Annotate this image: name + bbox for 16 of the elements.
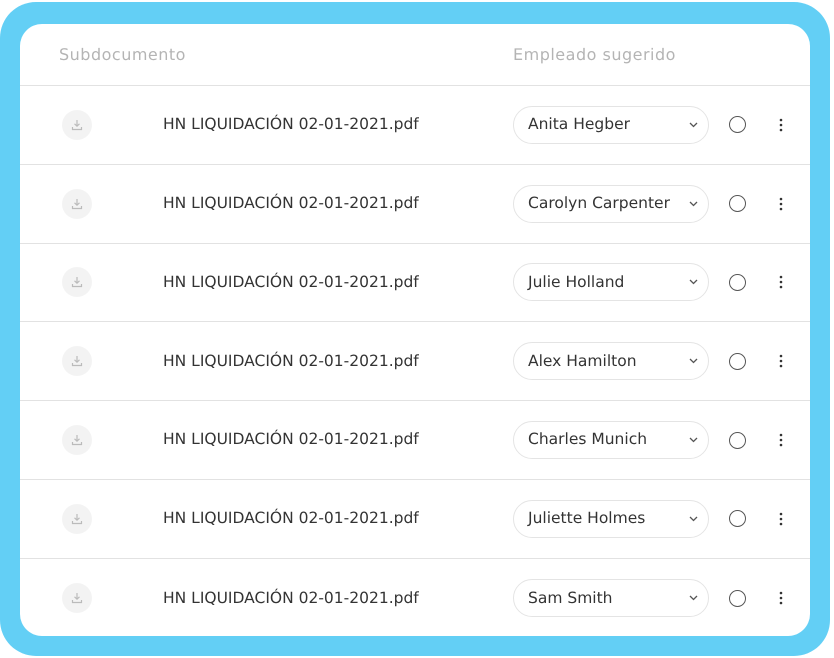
file-name: HN LIQUIDACIÓN 02-01-2021.pdf	[163, 192, 420, 214]
employee-dropdown[interactable]: Charles Munich	[513, 421, 709, 460]
file-name: HN LIQUIDACIÓN 02-01-2021.pdf	[163, 588, 420, 609]
file-name: HN LIQUIDACIÓN 02-01-2021.pdf	[163, 114, 420, 136]
employee-dropdown[interactable]: Anita Hegber	[513, 106, 709, 144]
file-name: HN LIQUIDACIÓN 02-01-2021.pdf	[163, 350, 420, 372]
employee-dropdown[interactable]: Juliette Holmes	[513, 500, 709, 538]
employee-dropdown[interactable]: Julie Holland	[513, 263, 709, 302]
employee-dropdown[interactable]: Sam Smith	[513, 579, 709, 618]
employee-dropdown[interactable]: Alex Hamilton	[513, 342, 709, 380]
file-name: HN LIQUIDACIÓN 02-01-2021.pdf	[163, 428, 420, 450]
employee-dropdown[interactable]: Carolyn Carpenter	[513, 184, 709, 223]
column-header: Subdocumento	[59, 44, 187, 66]
column-header: Empleado sugerido	[513, 44, 677, 66]
file-name: HN LIQUIDACIÓN 02-01-2021.pdf	[163, 508, 420, 530]
file-name: HN LIQUIDACIÓN 02-01-2021.pdf	[163, 272, 420, 293]
